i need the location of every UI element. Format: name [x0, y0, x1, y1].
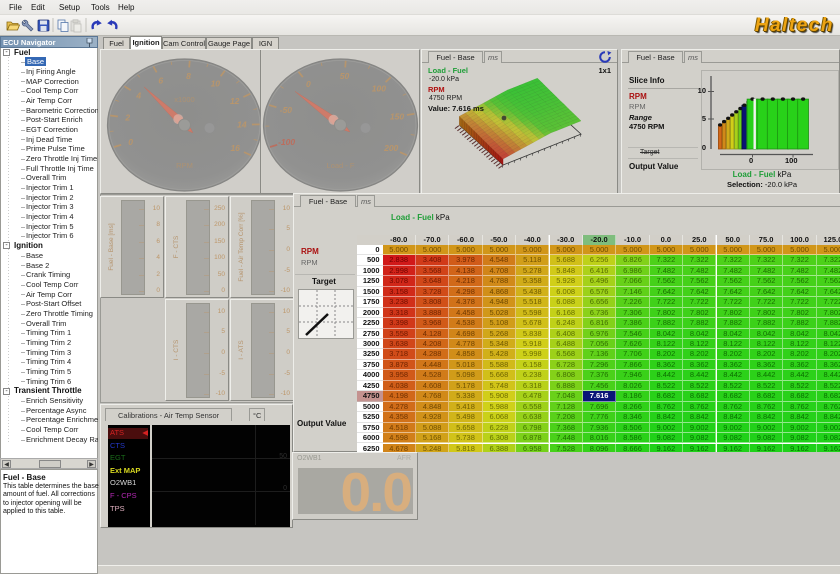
svg-text:-50: -50: [280, 105, 293, 115]
svg-text:200: 200: [383, 143, 398, 153]
svg-text:8: 8: [186, 71, 191, 81]
svg-text:4: 4: [135, 90, 141, 100]
svg-text:100: 100: [372, 84, 386, 94]
svg-text:2: 2: [124, 113, 130, 123]
svg-text:6: 6: [158, 75, 163, 85]
svg-text:RPM: RPM: [176, 161, 193, 170]
svg-text:-100: -100: [278, 137, 295, 147]
svg-text:14: 14: [237, 120, 247, 130]
svg-text:50: 50: [340, 71, 350, 81]
svg-text:x1000: x1000: [174, 95, 194, 104]
svg-text:12: 12: [230, 96, 240, 106]
svg-text:10: 10: [211, 79, 221, 89]
svg-text:Load - F: Load - F: [327, 161, 355, 170]
svg-text:0: 0: [128, 137, 133, 147]
svg-text:16: 16: [230, 143, 240, 153]
svg-text:0: 0: [306, 79, 311, 89]
svg-text:150: 150: [390, 112, 404, 122]
